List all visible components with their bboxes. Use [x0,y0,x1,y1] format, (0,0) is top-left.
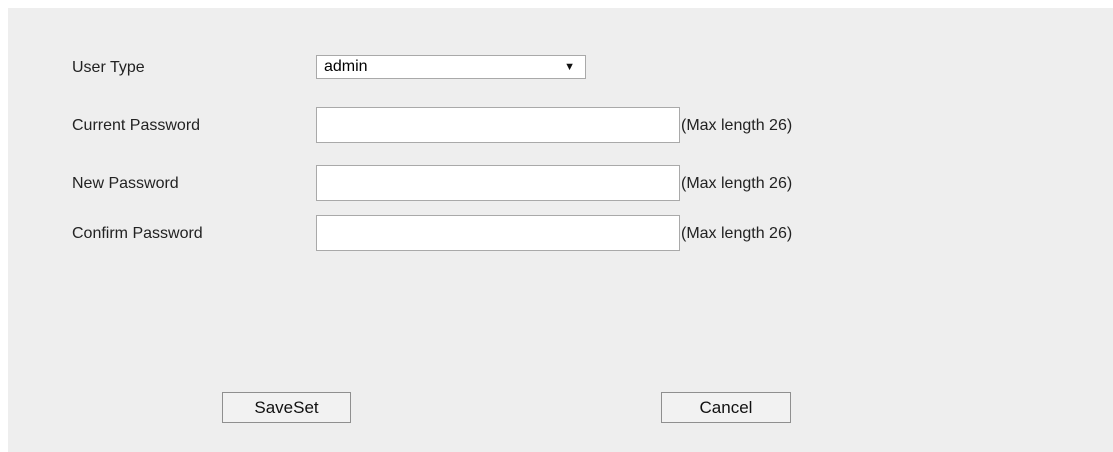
user-type-select[interactable]: admin ▼ [316,55,586,79]
save-button[interactable]: SaveSet [222,392,351,423]
user-type-label: User Type [72,59,145,76]
current-password-field[interactable] [316,107,680,143]
user-type-selected-value: admin [324,58,368,75]
confirm-password-field[interactable] [316,215,680,251]
chevron-down-icon: ▼ [564,61,575,73]
new-password-hint: (Max length 26) [681,175,793,192]
password-settings-panel: User Type admin ▼ Current Password (Max … [8,8,1113,452]
current-password-label: Current Password [72,117,201,134]
new-password-label: New Password [72,175,179,192]
new-password-field[interactable] [316,165,680,201]
confirm-password-label: Confirm Password [72,225,203,242]
cancel-button[interactable]: Cancel [661,392,791,423]
confirm-password-hint: (Max length 26) [681,225,793,242]
current-password-hint: (Max length 26) [681,117,793,134]
